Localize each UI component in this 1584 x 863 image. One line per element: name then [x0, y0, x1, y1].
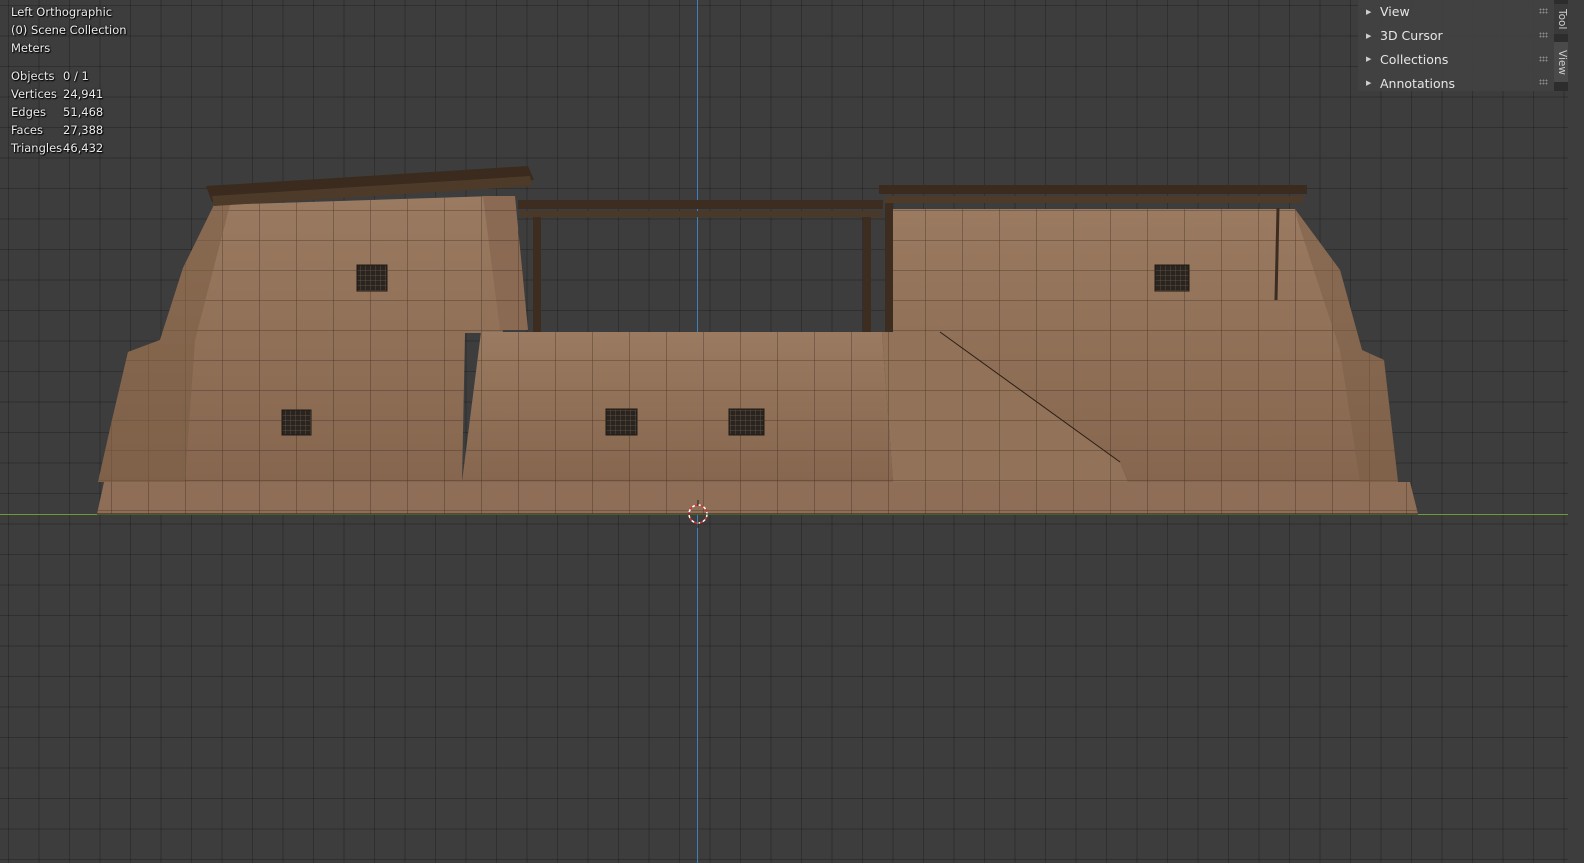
view-name: Left Orthographic	[11, 5, 113, 19]
stat-label: Triangles	[11, 141, 63, 155]
disclosure-triangle-icon: ▶	[1366, 31, 1372, 40]
sidebar-panel: ▶ View ▶ 3D Cursor ▶ Collections ▶ Annot…	[1358, 0, 1554, 91]
drag-grip-icon[interactable]	[1539, 55, 1548, 62]
tab-view[interactable]: View	[1554, 42, 1568, 82]
stat-row: Vertices 24,941	[11, 85, 103, 103]
scene-statistics: Objects 0 / 1 Vertices 24,941 Edges 51,4…	[11, 67, 103, 157]
view-info: Left Orthographic (0) Scene Collection M…	[11, 3, 127, 57]
stat-value: 51,468	[63, 105, 104, 119]
panel-3d-cursor[interactable]: ▶ 3D Cursor	[1358, 24, 1554, 48]
disclosure-triangle-icon: ▶	[1366, 55, 1372, 64]
stat-value: 46,432	[63, 141, 104, 155]
stat-label: Edges	[11, 105, 46, 119]
drag-grip-icon[interactable]	[1539, 8, 1548, 14]
panel-label: 3D Cursor	[1380, 28, 1443, 44]
panel-collections[interactable]: ▶ Collections	[1358, 48, 1554, 72]
stat-row: Edges 51,468	[11, 103, 103, 121]
stat-value: 27,388	[63, 123, 104, 137]
left-tower	[98, 196, 503, 482]
stat-label: Vertices	[11, 87, 57, 101]
disclosure-triangle-icon: ▶	[1366, 79, 1372, 88]
stat-row: Triangles 46,432	[11, 139, 103, 157]
middle-wall	[462, 332, 893, 482]
collection-name: (0) Scene Collection	[11, 23, 127, 37]
building-model[interactable]	[0, 0, 1584, 863]
stat-label: Faces	[11, 123, 43, 137]
panel-label: Annotations	[1380, 75, 1456, 91]
stat-label: Objects	[11, 69, 55, 83]
disclosure-triangle-icon: ▶	[1366, 7, 1372, 16]
units-label: Meters	[11, 41, 51, 55]
panel-annotations[interactable]: ▶ Annotations	[1358, 71, 1554, 95]
panel-label: View	[1380, 4, 1410, 20]
stat-row: Objects 0 / 1	[11, 67, 103, 85]
3d-viewport[interactable]: Left Orthographic (0) Scene Collection M…	[0, 0, 1584, 863]
drag-grip-icon[interactable]	[1539, 79, 1548, 86]
viewport-edge	[1568, 0, 1584, 863]
stat-value: 24,941	[63, 87, 104, 101]
base-plinth	[97, 482, 1418, 515]
sidebar-tabs: Tool View	[1554, 0, 1568, 91]
panel-view[interactable]: ▶ View	[1358, 0, 1554, 24]
drag-grip-icon[interactable]	[1539, 31, 1548, 38]
stat-value: 0 / 1	[63, 69, 89, 83]
panel-label: Collections	[1380, 51, 1449, 67]
stat-row: Faces 27,388	[11, 121, 103, 139]
tab-tool[interactable]: Tool	[1554, 4, 1568, 34]
